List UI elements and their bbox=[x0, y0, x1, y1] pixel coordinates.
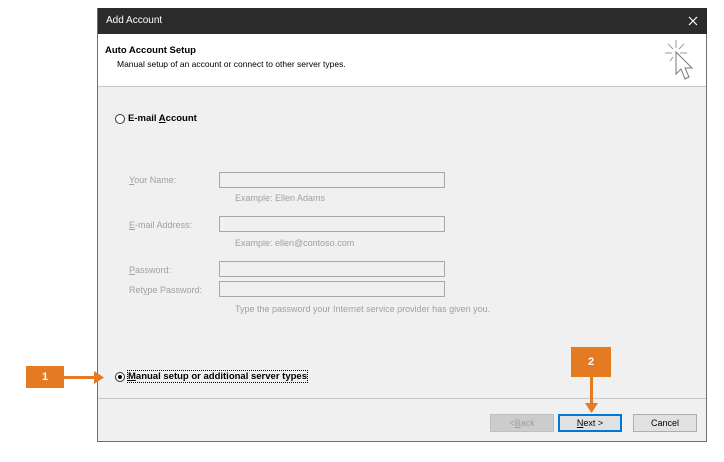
back-button[interactable]: < Back bbox=[490, 414, 554, 432]
email-account-label: E-mail Account bbox=[128, 113, 197, 124]
email-account-radio[interactable] bbox=[115, 113, 125, 124]
manual-setup-radio[interactable] bbox=[115, 371, 125, 382]
retype-password-label: Retype Password: bbox=[129, 285, 203, 295]
next-button[interactable]: Next > bbox=[558, 414, 622, 432]
callout-2-arrow-shaft bbox=[590, 377, 593, 405]
email-address-label: E-mail Address: bbox=[129, 220, 193, 230]
manual-setup-label: Manual setup or additional server types bbox=[127, 370, 308, 383]
callout-1-arrow-shaft bbox=[64, 376, 96, 379]
title-bar: Add Account bbox=[98, 8, 707, 34]
callout-2-arrowhead-icon bbox=[585, 403, 598, 413]
cursor-sparkle-icon bbox=[665, 40, 694, 80]
your-name-label: Your Name: bbox=[129, 175, 177, 185]
retype-password-input[interactable] bbox=[219, 281, 445, 297]
password-input[interactable] bbox=[219, 261, 445, 277]
your-name-input[interactable] bbox=[219, 172, 445, 188]
your-name-hint: Example: Ellen Adams bbox=[235, 193, 326, 203]
wizard-header: Auto Account Setup Manual setup of an ac… bbox=[98, 34, 706, 87]
window-title: Add Account bbox=[106, 15, 163, 26]
email-address-hint: Example: ellen@contoso.com bbox=[235, 238, 355, 248]
email-account-option[interactable]: E-mail Account bbox=[115, 113, 197, 124]
close-icon[interactable] bbox=[685, 13, 701, 29]
password-label: Password: bbox=[129, 265, 172, 275]
callout-1-arrowhead-icon bbox=[94, 371, 104, 384]
header-title: Auto Account Setup bbox=[105, 45, 196, 56]
email-address-input[interactable] bbox=[219, 216, 445, 232]
password-hint: Type the password your Internet service … bbox=[235, 304, 491, 314]
callout-1: 1 bbox=[26, 366, 64, 388]
callout-2: 2 bbox=[571, 347, 611, 377]
header-subtitle: Manual setup of an account or connect to… bbox=[117, 59, 346, 69]
manual-setup-option[interactable]: Manual setup or additional server types bbox=[115, 370, 308, 383]
cancel-button[interactable]: Cancel bbox=[633, 414, 697, 432]
footer-divider bbox=[98, 398, 706, 399]
add-account-dialog: Add Account Auto Account Setup Manual se… bbox=[97, 8, 707, 442]
